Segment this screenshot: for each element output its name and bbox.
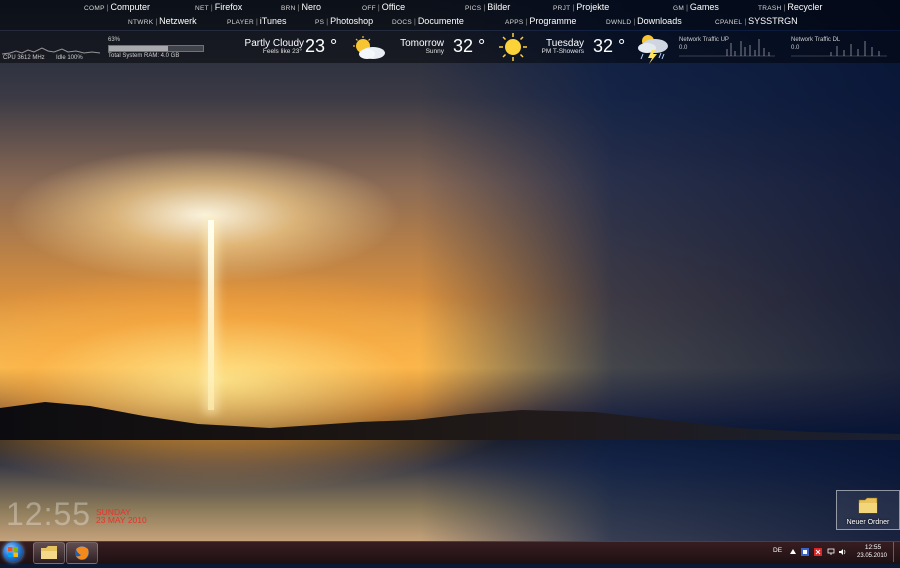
launcher-sysstrgn[interactable]: CPANEL | SYSSTRGN (715, 16, 798, 28)
taskbar-firefox-button[interactable] (66, 542, 98, 564)
sun-icon (499, 33, 527, 61)
cpu-graph (2, 47, 100, 55)
folder-label: Neuer Ordner (846, 519, 890, 526)
launcher-recycler[interactable]: TRASH | Recycler (758, 2, 822, 14)
ram-usage-bar (108, 45, 204, 52)
taskbar (0, 541, 900, 564)
weather-tomorrow-condition: Sunny (425, 48, 444, 55)
tray-app-icon[interactable] (801, 548, 809, 556)
partly-cloudy-icon (353, 36, 385, 59)
tray-language[interactable]: DE (773, 547, 782, 554)
launcher-games[interactable]: GM | Games (673, 2, 719, 14)
show-desktop-button[interactable] (893, 542, 900, 562)
weather-now-temp: 23 ° (305, 36, 338, 56)
folder-icon (858, 497, 878, 514)
desktop-wallpaper (0, 0, 900, 541)
tray-volume-icon[interactable] (839, 548, 847, 556)
weather-tomorrow-temp: 32 ° (453, 36, 486, 56)
launcher-bilder[interactable]: PICS | Bilder (465, 2, 510, 14)
cpu-frequency: CPU 3612 MHz (3, 55, 45, 61)
launcher-firefox[interactable]: NET | Firefox (195, 2, 242, 14)
thunderstorm-icon (638, 35, 668, 64)
launcher-downloads[interactable]: DWNLD | Downloads (606, 16, 682, 28)
desktop-folder-neuer-ordner[interactable]: Neuer Ordner (836, 490, 900, 530)
weather-now-feels-like: Feels like 23° (262, 48, 302, 55)
network-dl-graph (791, 41, 887, 57)
start-button[interactable] (3, 542, 23, 562)
firefox-icon (75, 546, 89, 560)
tray-clock-time[interactable]: 12:55 (858, 544, 888, 551)
launcher-office[interactable]: OFF | Office (362, 2, 405, 14)
cpu-idle: Idle 100% (56, 55, 83, 61)
launcher-projekte[interactable]: PRJT | Projekte (553, 2, 609, 14)
ram-total: Total System RAM: 4.0 GB (108, 53, 180, 59)
launcher-documente[interactable]: DOCS | Documente (392, 16, 464, 28)
launcher-photoshop[interactable]: PS | Photoshop (315, 16, 373, 28)
network-up-graph (679, 39, 775, 57)
launcher-programme[interactable]: APPS | Programme (505, 16, 576, 28)
ram-percent: 63% (108, 37, 121, 43)
tray-security-icon[interactable] (814, 548, 822, 556)
launcher-nero[interactable]: BRN | Nero (281, 2, 321, 14)
weather-tuesday-temp: 32 ° (593, 36, 626, 56)
taskbar-explorer-button[interactable] (33, 542, 65, 564)
tray-network-icon[interactable] (827, 548, 835, 556)
ram-usage-fill (109, 46, 169, 51)
wallpaper-sky-shade (420, 0, 900, 541)
tray-expand-icon[interactable] (789, 548, 797, 556)
explorer-folder-icon (41, 546, 57, 559)
tray-clock-date[interactable]: 23.05.2010 (852, 553, 892, 559)
launcher-netzwerk[interactable]: NTWRK | Netzwerk (128, 16, 197, 28)
weather-tuesday-condition: PM T-Showers (541, 48, 584, 55)
desktop-clock-date: 23 MAY 2010 (96, 515, 147, 525)
wallpaper-light-beam (208, 220, 214, 410)
windows-logo-icon (8, 547, 18, 557)
launcher-itunes[interactable]: PLAYER | iTunes (227, 16, 286, 28)
desktop-clock: 12:55 (6, 496, 92, 532)
launcher-computer[interactable]: COMP | Computer (84, 2, 150, 14)
